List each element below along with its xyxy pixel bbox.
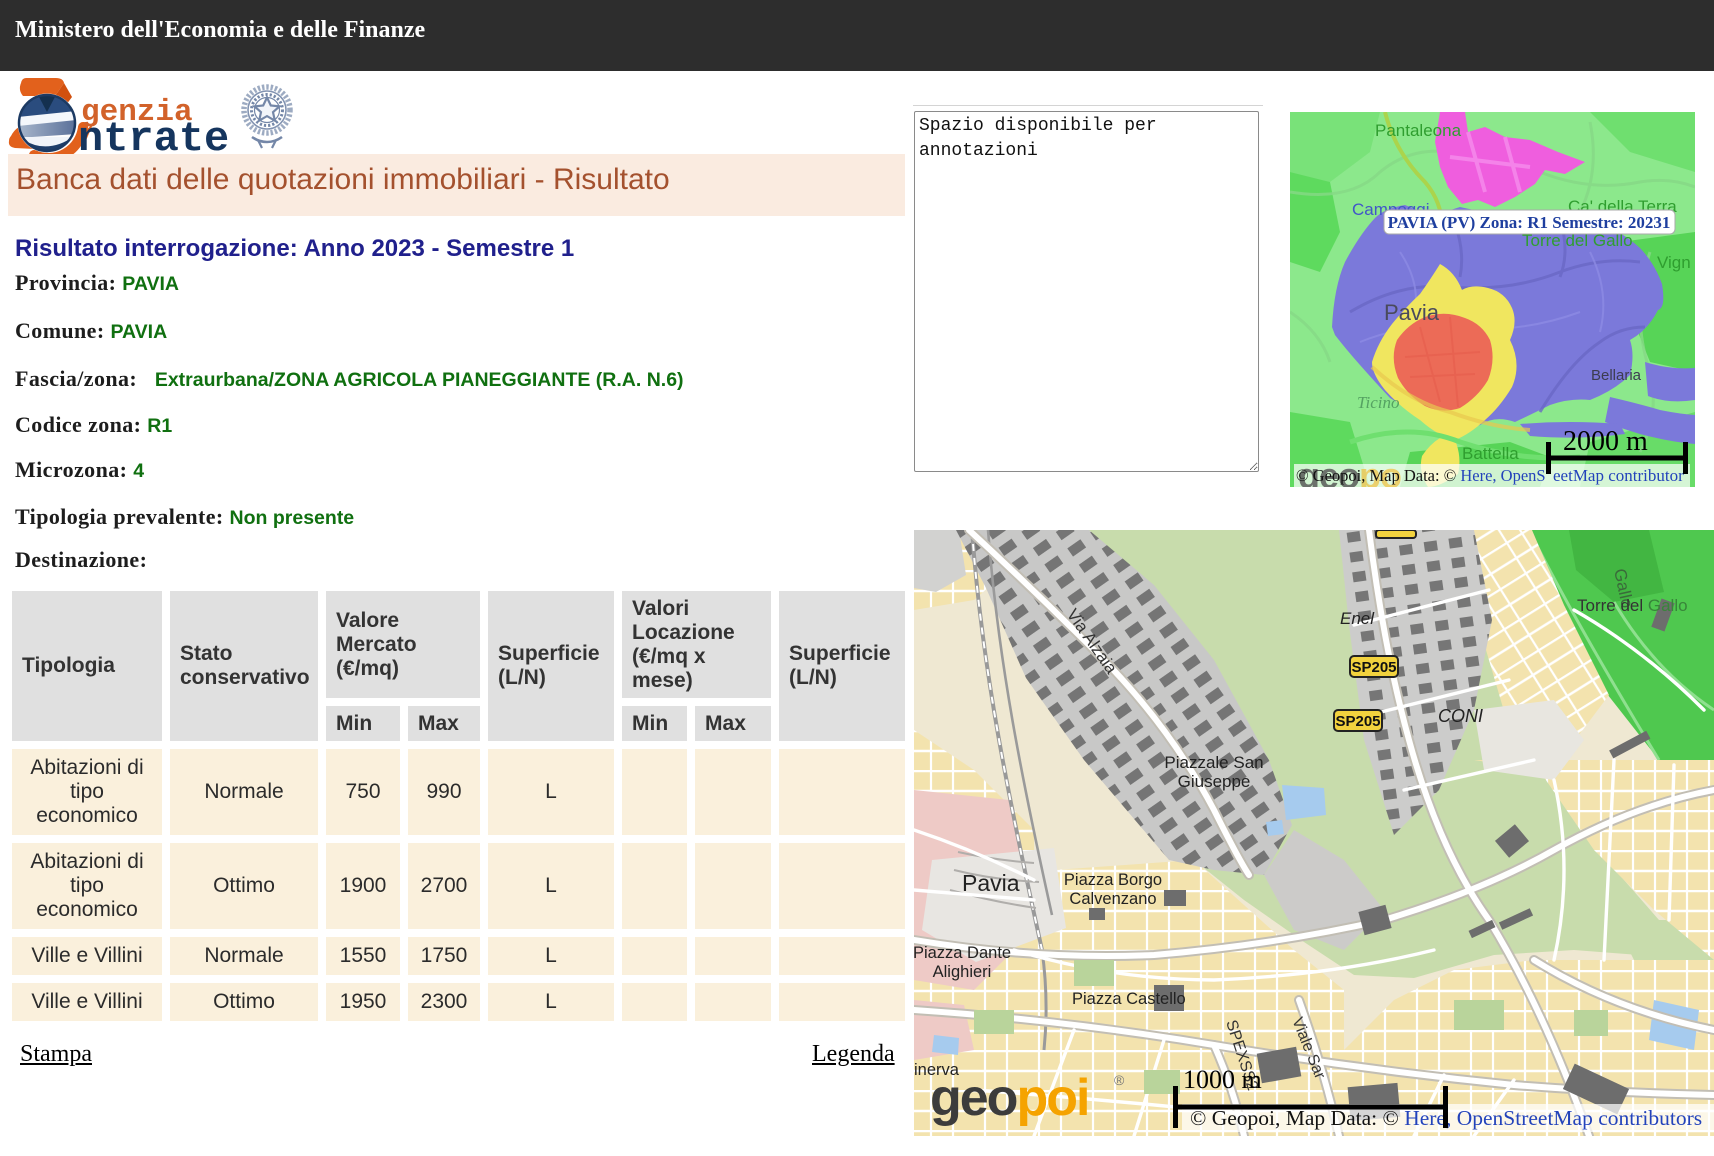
- svg-text:Battella: Battella: [1462, 444, 1519, 463]
- svg-text:1000 m: 1000 m: [1183, 1065, 1262, 1094]
- svg-text:CONI: CONI: [1438, 706, 1483, 726]
- svg-text:Pantaleona: Pantaleona: [1375, 121, 1462, 140]
- svg-text:eetMap contributor: eetMap contributor: [1553, 466, 1684, 485]
- svg-text:Alighieri: Alighieri: [933, 963, 992, 981]
- svg-text:PAVIA (PV) Zona: R1 Semestre:: PAVIA (PV) Zona: R1 Semestre: 20231: [1388, 213, 1671, 232]
- svg-text:SP205: SP205: [1335, 713, 1380, 730]
- svg-text:Calvenzano: Calvenzano: [1069, 890, 1156, 908]
- svg-text:Bellaria: Bellaria: [1591, 367, 1642, 384]
- svg-text:2000 m: 2000 m: [1563, 426, 1648, 457]
- svg-text:geopoi: geopoi: [930, 1069, 1088, 1127]
- svg-text:Piazzale San: Piazzale San: [1164, 753, 1263, 772]
- svg-text:Pavia: Pavia: [1384, 300, 1440, 325]
- svg-text:Piazza Castello: Piazza Castello: [1072, 990, 1186, 1008]
- svg-text:Vign: Vign: [1657, 253, 1691, 272]
- svg-text:Piazza Dante: Piazza Dante: [914, 944, 1011, 962]
- svg-text:Enel: Enel: [1340, 609, 1375, 628]
- svg-text:© Geopoi, Map Data: © Here, Op: © Geopoi, Map Data: © Here, OpenS: [1296, 466, 1546, 485]
- svg-text:SP205: SP205: [1351, 659, 1396, 676]
- svg-text:Giuseppe: Giuseppe: [1178, 772, 1251, 791]
- svg-text:Torre del Gallo: Torre del Gallo: [1577, 596, 1688, 615]
- svg-text:®: ®: [1114, 1072, 1125, 1088]
- svg-text:ntrate: ntrate: [78, 115, 229, 155]
- svg-text:Pavia: Pavia: [962, 870, 1020, 896]
- svg-text:Ticino: Ticino: [1357, 393, 1400, 412]
- svg-text:Piazza Borgo: Piazza Borgo: [1064, 871, 1162, 889]
